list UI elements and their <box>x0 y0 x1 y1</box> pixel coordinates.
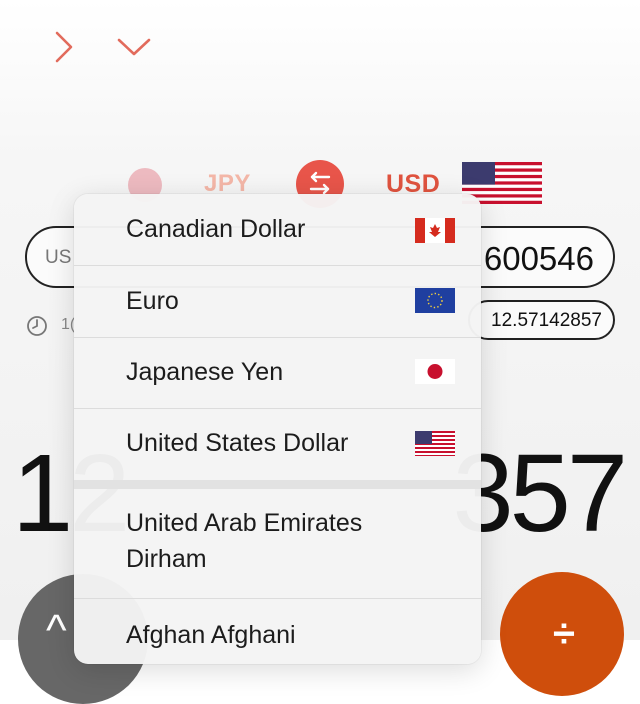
dropdown-item-label: United Arab Emirates Dirham <box>126 509 363 573</box>
amount-value[interactable]: 600546 <box>484 240 594 278</box>
rate-value: 12.57142857 <box>491 310 602 331</box>
clock-icon <box>26 315 48 342</box>
amount-currency-prefix: US <box>45 247 72 268</box>
dropdown-item-label: Canadian Dollar <box>126 215 306 243</box>
dropdown-item-japanese-yen[interactable]: Japanese Yen <box>74 338 481 409</box>
eu-flag-icon <box>415 288 455 313</box>
dropdown-separator <box>74 480 481 489</box>
dropdown-item-euro[interactable]: Euro <box>74 266 481 338</box>
dropdown-item-united-states-dollar[interactable]: United States Dollar <box>74 409 481 480</box>
dropdown-item-canadian-dollar[interactable]: Canadian Dollar <box>74 194 481 266</box>
japan-flag-icon <box>415 359 455 384</box>
dropdown-item-label: United States Dollar <box>126 429 349 457</box>
divide-icon: ÷ <box>553 612 575 656</box>
dropdown-item-label: Afghan Afghani <box>126 621 296 649</box>
dropdown-item-uae-dirham[interactable]: United Arab Emirates Dirham <box>74 489 481 599</box>
dropdown-item-label: Japanese Yen <box>126 358 284 386</box>
dropdown-item-afghan-afghani[interactable]: Afghan Afghani <box>74 599 481 664</box>
dropdown-item-label: Euro <box>126 287 179 315</box>
converter-screen: JPY USD US 600546 1( 12.57142857 12 357 … <box>0 0 640 704</box>
canada-flag-icon <box>415 218 455 243</box>
us-flag-icon <box>415 431 455 456</box>
currency-dropdown: Canadian Dollar Euro Japanese Yen United… <box>74 194 481 664</box>
chevron-down-icon[interactable] <box>116 34 152 58</box>
chevron-right-icon[interactable] <box>50 30 78 64</box>
caret-up-icon: ^ <box>46 606 67 655</box>
